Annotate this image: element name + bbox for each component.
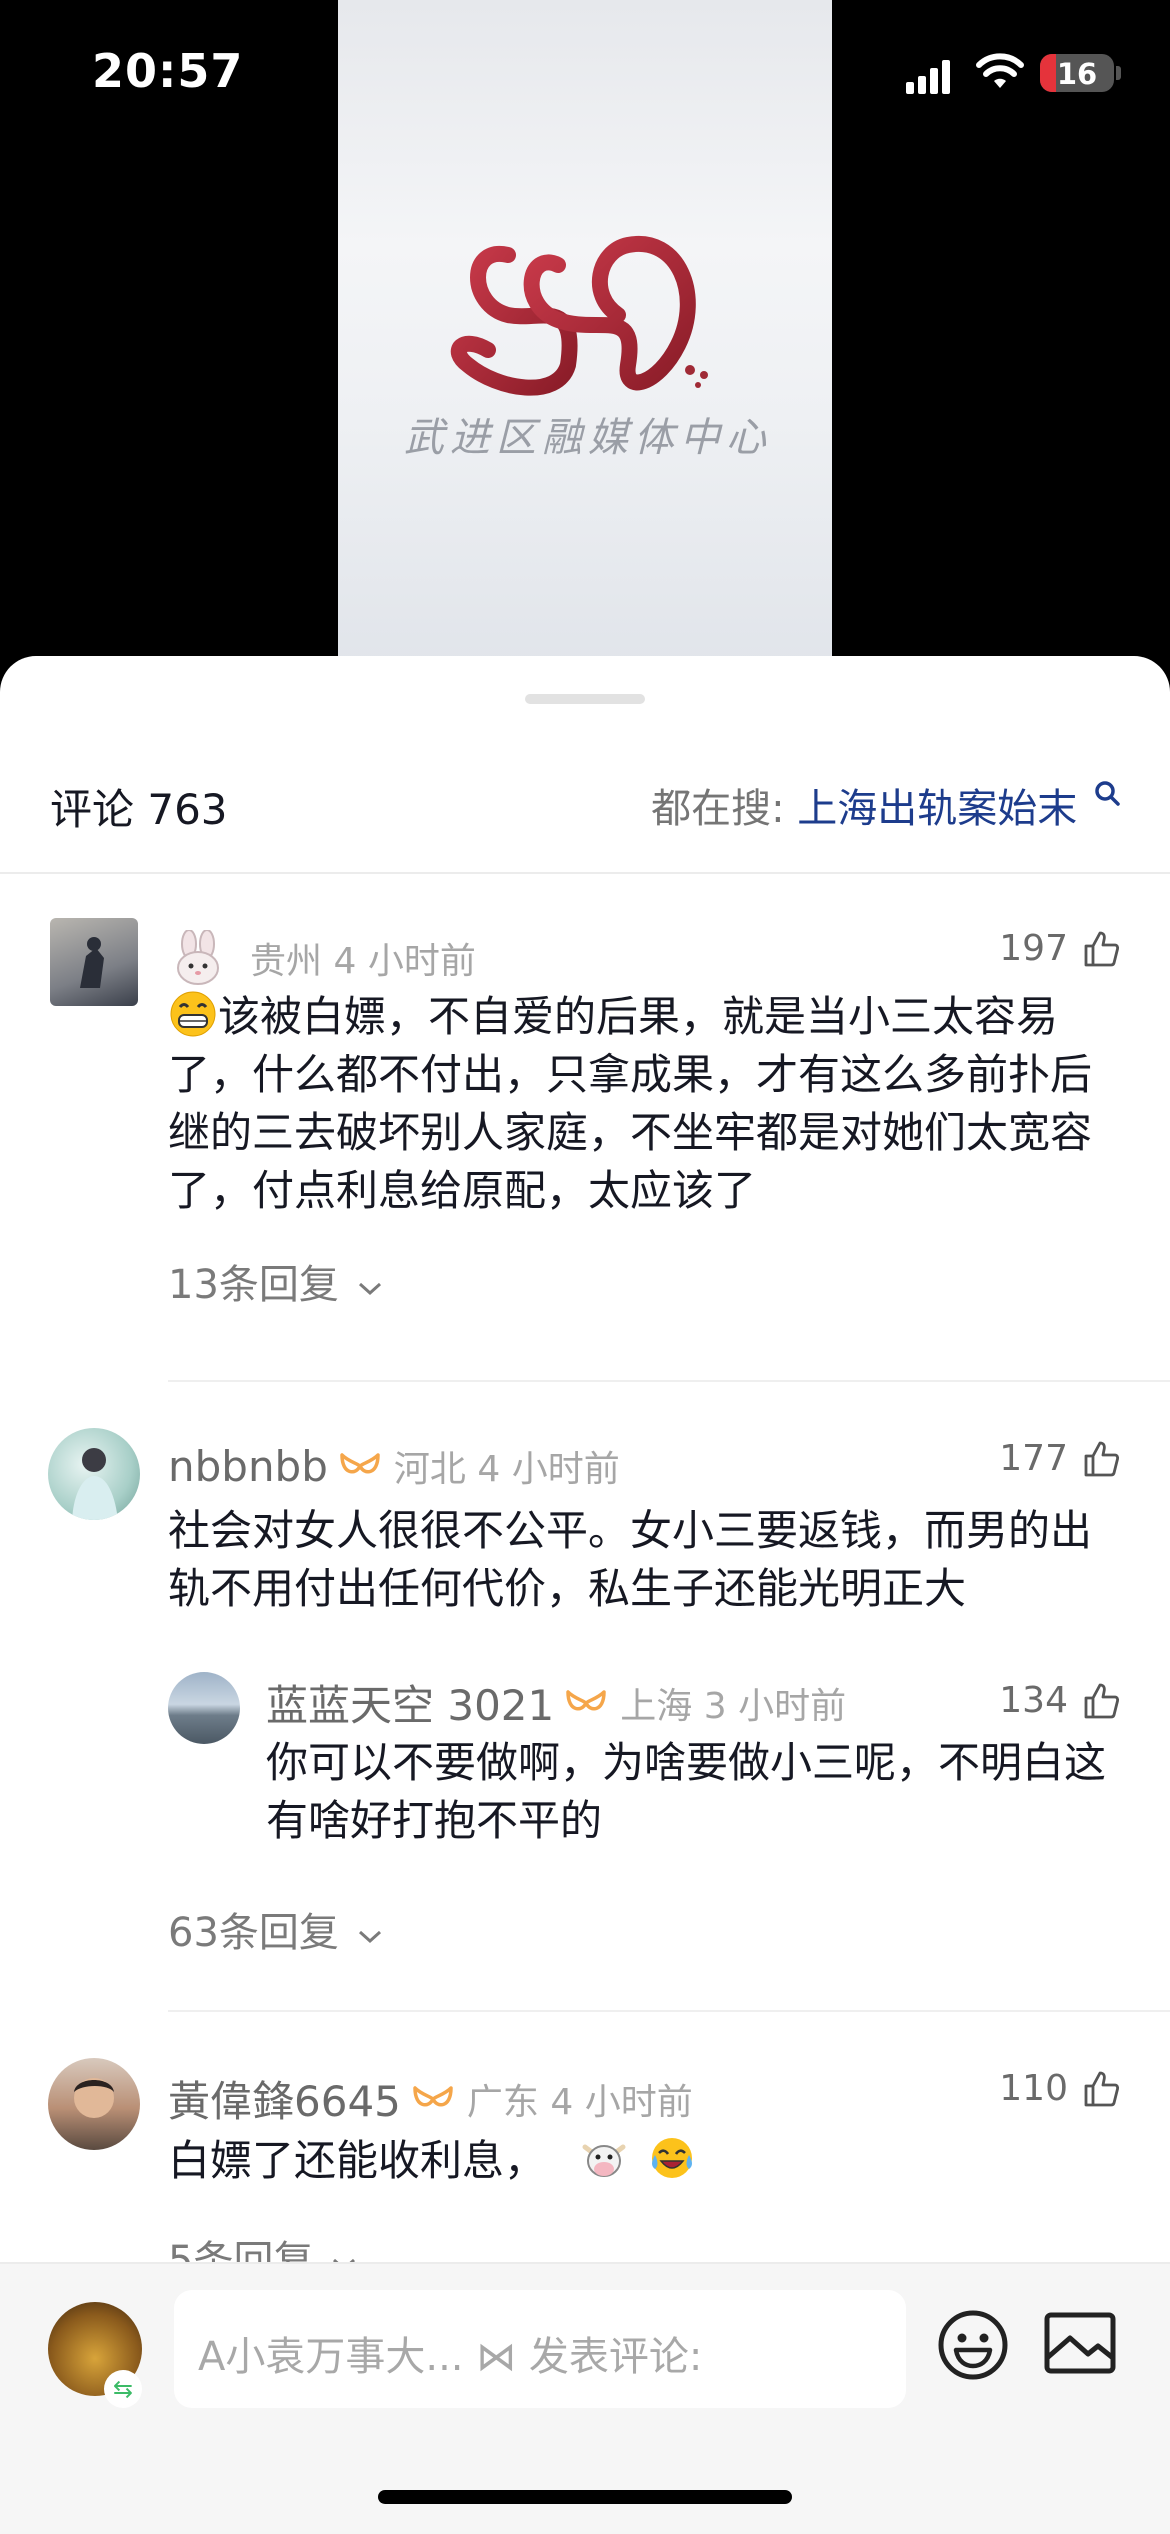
reply-username[interactable]: 蓝蓝天空 3021 xyxy=(266,1672,554,1733)
comment-divider xyxy=(168,2010,1170,2012)
search-prefix: 都在搜: xyxy=(651,786,798,832)
like-icon xyxy=(1084,2071,1120,2106)
search-icon xyxy=(1095,781,1120,806)
comment-input-placeholder: A小袁万事大... ⋈ 发表评论: xyxy=(198,2334,703,2380)
badge-icon xyxy=(566,1689,606,1710)
header-divider xyxy=(0,872,1170,874)
chevron-down-icon xyxy=(358,1930,381,1944)
media-center-logo xyxy=(450,235,708,396)
like-count: 177 xyxy=(999,1438,1068,1479)
comment-text: 社会对女人很很不公平。女小三要返钱，而男的出轨不用付出任何代价，私生子还能光明正… xyxy=(168,1506,1093,1613)
comments-count-title: 评论 763 xyxy=(50,785,228,834)
image-icon[interactable] xyxy=(1044,2312,1116,2374)
badge-icon xyxy=(340,1453,380,1474)
grin-emoji xyxy=(170,991,216,1037)
like-icon xyxy=(1084,1683,1120,1718)
comment-item[interactable]: nbbnbb 河北 4 小时前 177 社会对女人很很不公平。女小三要返钱，而男… xyxy=(0,1428,1170,2008)
video-logo-text: 武进区融媒体中心 xyxy=(404,415,772,461)
like-button[interactable]: 197 xyxy=(999,928,1120,969)
emoji-icon[interactable] xyxy=(936,2308,1010,2382)
chevron-down-icon xyxy=(358,1282,381,1296)
battery-level: 16 xyxy=(1056,57,1098,91)
comment-username[interactable]: nbbnbb xyxy=(168,1442,328,1491)
comment-location: 河北 xyxy=(393,1449,466,1490)
like-count: 110 xyxy=(999,2068,1068,2109)
comment-meta: 贵州 4 小时前 xyxy=(172,930,476,986)
reply-time: 3 小时前 xyxy=(703,1685,847,1727)
comment-body: 白嫖了还能收利息， xyxy=(168,2136,547,2185)
comment-meta: 黃偉鋒6645 广东 4 小时前 xyxy=(168,2068,693,2129)
like-button[interactable]: 177 xyxy=(999,1438,1120,1479)
comment-sheet: 评论 763 都在搜: 上海出轨案始末 贵州 4 小时前 197 该被白嫖，不自… xyxy=(0,656,1170,2532)
comment-time: 4 小时前 xyxy=(550,2081,693,2123)
reply-location: 上海 xyxy=(620,1685,693,1727)
battery-icon: 16 xyxy=(1040,54,1114,92)
status-time: 20:57 xyxy=(92,44,244,98)
like-button[interactable]: 110 xyxy=(999,2068,1120,2109)
reply-avatar[interactable] xyxy=(168,1672,240,1744)
like-count: 197 xyxy=(999,928,1068,969)
reply-text: 你可以不要做啊，为啥要做小三呢，不明白这有啥好打抱不平的 xyxy=(266,1738,1107,1845)
wifi-icon xyxy=(976,53,1024,88)
avatar[interactable] xyxy=(48,1428,140,1520)
comment-item[interactable]: 黃偉鋒6645 广东 4 小时前 110 白嫖了还能收利息， 5条回复 xyxy=(0,2058,1170,2288)
comment-location: 贵州 xyxy=(250,941,323,982)
like-button[interactable]: 134 xyxy=(999,1680,1120,1721)
comments-header: 评论 763 都在搜: 上海出轨案始末 xyxy=(50,774,1120,834)
status-bar: 20:57 16 xyxy=(0,0,1170,150)
switch-account-icon[interactable]: ⇆ xyxy=(104,2370,142,2408)
home-indicator[interactable] xyxy=(378,2490,792,2504)
comment-location: 广东 xyxy=(466,2081,539,2123)
avatar[interactable] xyxy=(50,918,138,1006)
rabbit-emoji-icon xyxy=(177,930,219,985)
comment-text: 白嫖了还能收利息， xyxy=(168,2132,1128,2190)
view-replies-button[interactable]: 63条回复 xyxy=(168,1900,384,1958)
comment-divider xyxy=(168,1380,1170,1382)
comment-meta: nbbnbb 河北 4 小时前 xyxy=(168,1440,620,1492)
avatar[interactable] xyxy=(48,2058,140,2150)
replies-count: 63条回复 xyxy=(168,1910,339,1956)
comment-username[interactable]: 黃偉鋒6645 xyxy=(168,2068,401,2129)
comment-input[interactable]: A小袁万事大... ⋈ 发表评论: xyxy=(174,2290,906,2408)
comment-item[interactable]: 贵州 4 小时前 197 该被白嫖，不自爱的后果，就是当小三太容易了，什么都不付… xyxy=(0,918,1170,1338)
comment-body: 该被白嫖，不自爱的后果，就是当小三太容易了，什么都不付出，只拿成果，才有这么多前… xyxy=(168,992,1093,1215)
replies-count: 13条回复 xyxy=(168,1262,339,1308)
laugh-cry-emoji xyxy=(651,2138,692,2178)
like-count: 134 xyxy=(999,1680,1068,1721)
reply-meta: 蓝蓝天空 3021 上海 3 小时前 xyxy=(266,1672,846,1733)
comment-input-bar: ⇆ A小袁万事大... ⋈ 发表评论: xyxy=(0,2262,1170,2534)
like-icon xyxy=(1084,931,1120,966)
comment-time: 4 小时前 xyxy=(333,941,476,982)
like-icon xyxy=(1084,1441,1120,1476)
sheet-drag-handle[interactable] xyxy=(525,694,645,704)
signal-icon xyxy=(906,58,950,94)
search-query-link[interactable]: 上海出轨案始末 xyxy=(797,786,1077,832)
badge-icon xyxy=(413,2085,453,2106)
comment-text: 该被白嫖，不自爱的后果，就是当小三太容易了，什么都不付出，只拿成果，才有这么多前… xyxy=(168,988,1128,1220)
trending-search[interactable]: 都在搜: 上海出轨案始末 xyxy=(651,776,1120,834)
cow-emoji xyxy=(582,2144,626,2177)
comment-time: 4 小时前 xyxy=(477,1449,620,1490)
view-replies-button[interactable]: 13条回复 xyxy=(168,1252,384,1310)
